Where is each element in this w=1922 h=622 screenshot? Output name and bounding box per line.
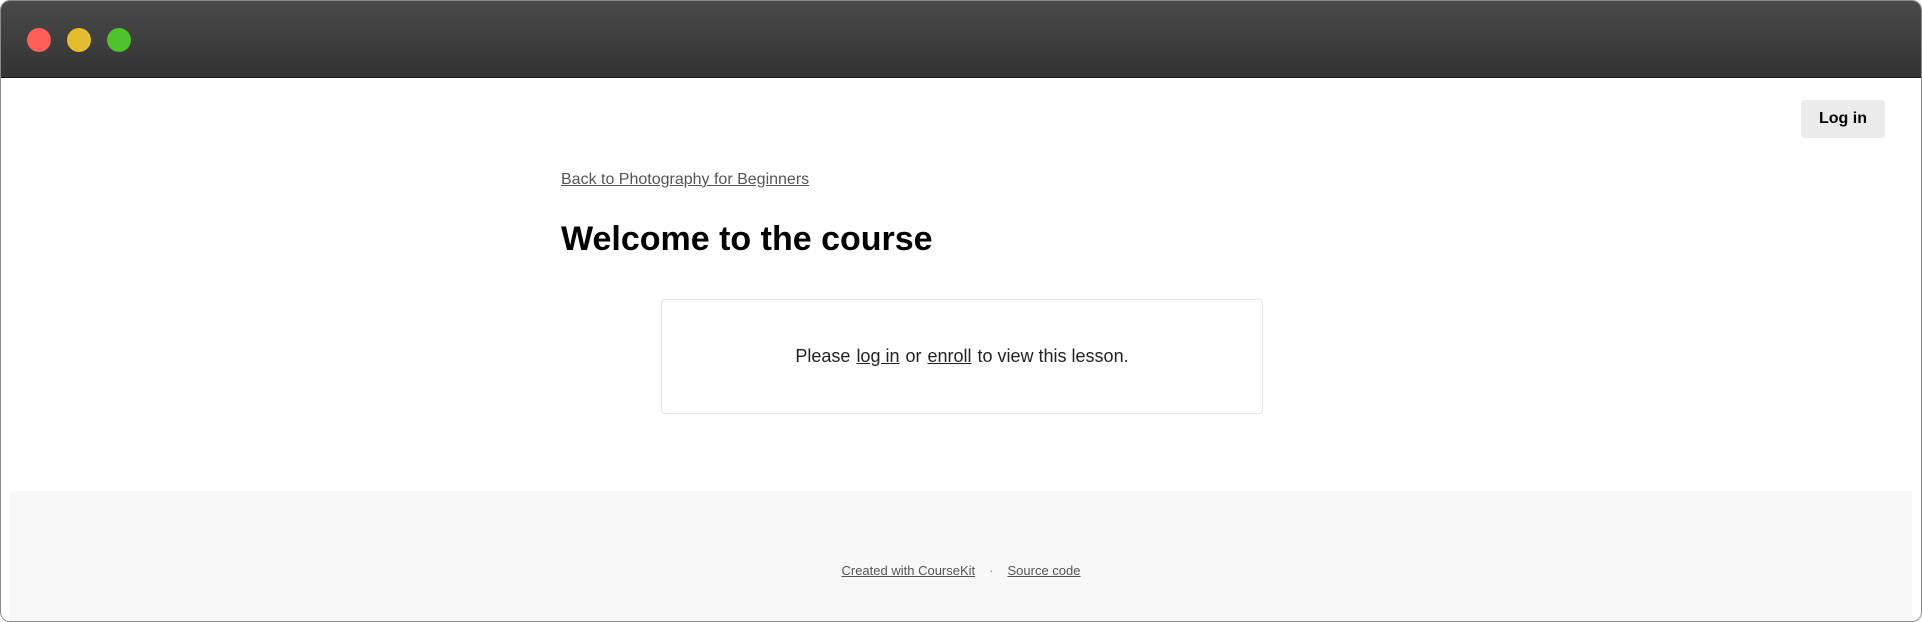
close-window-icon[interactable] bbox=[27, 28, 51, 52]
window-titlebar bbox=[1, 1, 1921, 78]
created-with-link[interactable]: Created with CourseKit bbox=[841, 563, 975, 578]
maximize-window-icon[interactable] bbox=[107, 28, 131, 52]
notice-middle: or bbox=[905, 346, 922, 366]
notice-enroll-link[interactable]: enroll bbox=[927, 346, 971, 367]
notice-prefix: Please bbox=[795, 346, 851, 366]
page-footer: Created with CourseKit · Source code bbox=[10, 491, 1912, 621]
source-code-link[interactable]: Source code bbox=[1008, 563, 1081, 578]
page-content: Log in Back to Photography for Beginners… bbox=[1, 78, 1921, 621]
back-to-course-link[interactable]: Back to Photography for Beginners bbox=[561, 171, 809, 189]
page-title: Welcome to the course bbox=[561, 220, 933, 258]
login-button[interactable]: Log in bbox=[1801, 100, 1885, 138]
footer-separator: · bbox=[989, 563, 994, 578]
lesson-locked-notice: Please log in or enroll to view this les… bbox=[661, 299, 1263, 414]
minimize-window-icon[interactable] bbox=[67, 28, 91, 52]
notice-login-link[interactable]: log in bbox=[856, 346, 899, 367]
notice-suffix: to view this lesson. bbox=[977, 346, 1129, 366]
footer-links: Created with CourseKit · Source code bbox=[10, 563, 1912, 578]
browser-window: Log in Back to Photography for Beginners… bbox=[0, 0, 1922, 622]
